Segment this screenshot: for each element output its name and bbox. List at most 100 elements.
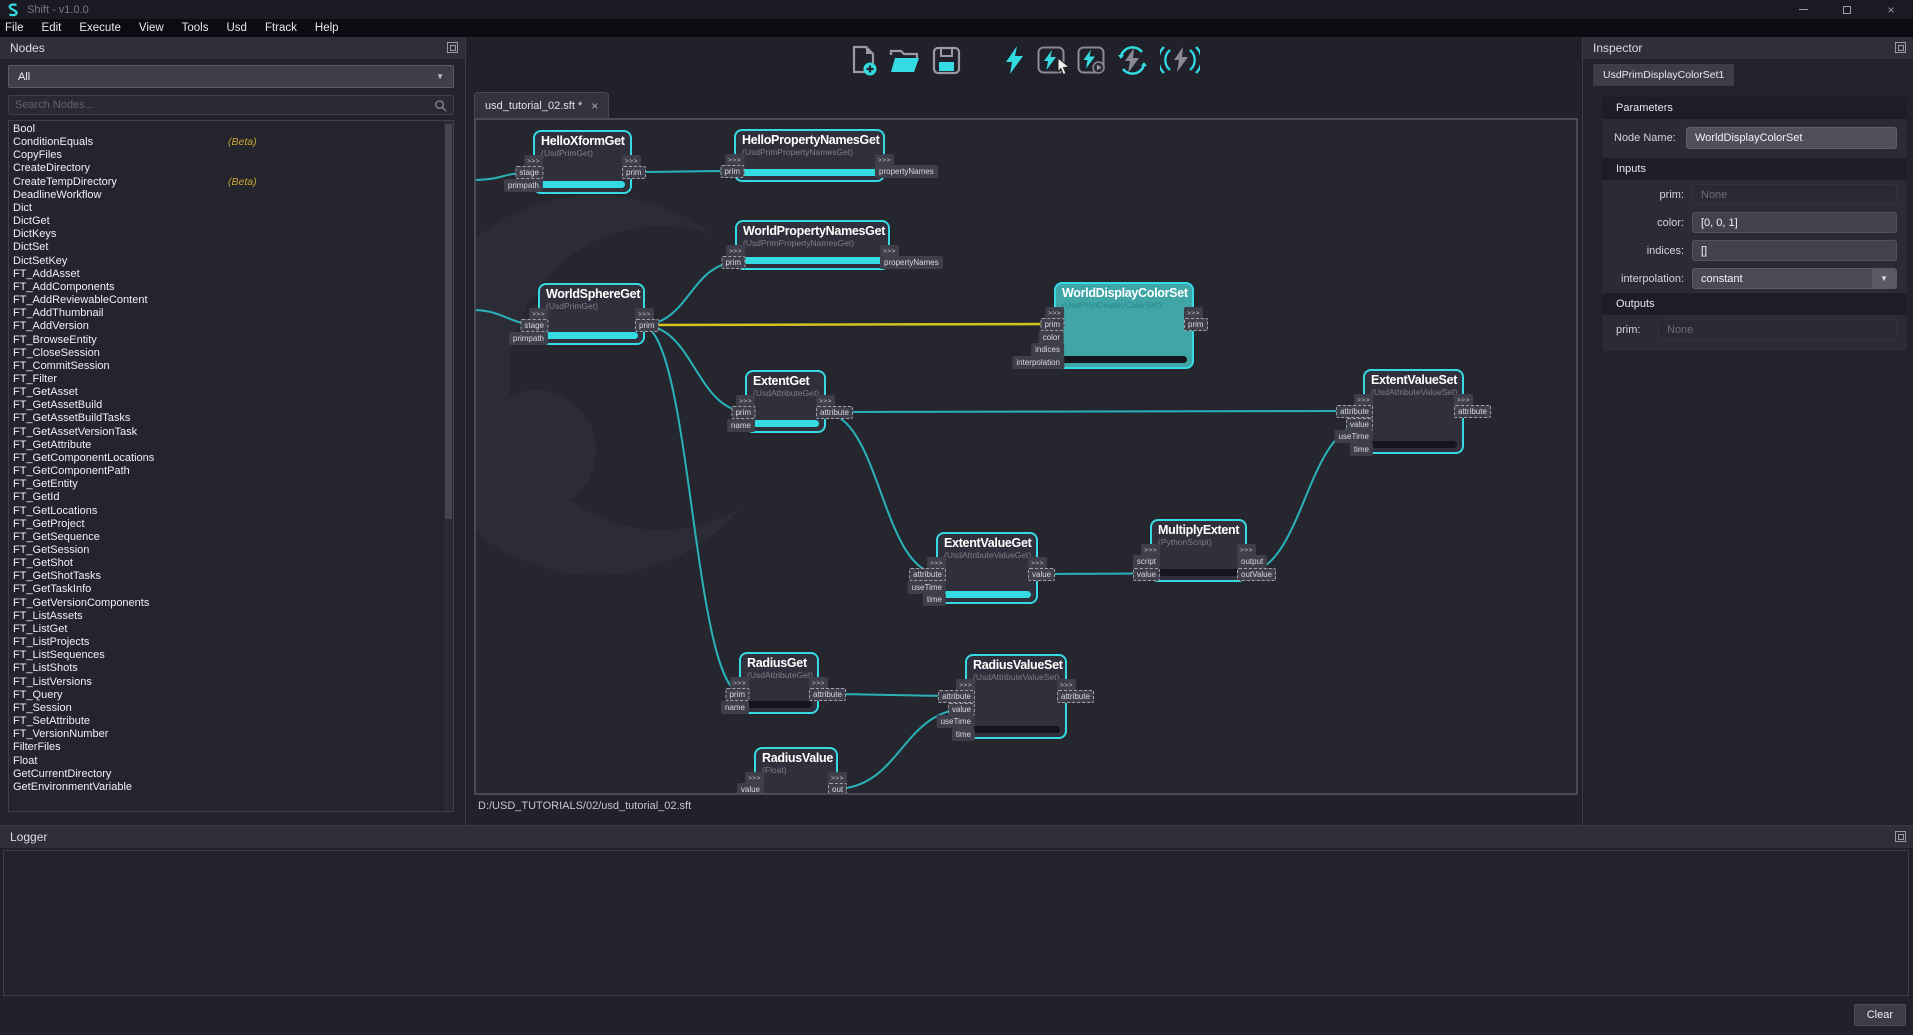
node-list-item[interactable]: FT_VersionNumber bbox=[9, 728, 453, 741]
graph-node-RadiusValue[interactable]: RadiusValue(Float) bbox=[754, 747, 838, 795]
color-field[interactable]: [0, 0, 1] bbox=[1692, 212, 1897, 233]
node-list-item[interactable]: FT_SetAttribute bbox=[9, 715, 453, 728]
port-attribute[interactable]: attribute bbox=[1454, 405, 1491, 418]
port-color[interactable]: color bbox=[1039, 331, 1064, 344]
port-outValue[interactable]: outValue bbox=[1237, 568, 1276, 581]
scrollbar-thumb[interactable] bbox=[445, 124, 452, 519]
node-list-item[interactable]: Bool bbox=[9, 123, 453, 136]
graph-canvas[interactable]: HelloXformGet(UsdPrimGet)>>>stageprimpat… bbox=[474, 118, 1578, 795]
node-list-item[interactable]: FT_GetVersionComponents bbox=[9, 597, 453, 610]
graph-node-RadiusGet[interactable]: RadiusGet(UsdAttributeGet) bbox=[739, 652, 819, 714]
port-output[interactable]: output bbox=[1237, 555, 1267, 568]
node-list-item[interactable]: FT_GetSequence bbox=[9, 531, 453, 544]
node-list-item[interactable]: GetCurrentDirectory bbox=[9, 768, 453, 781]
node-list-item[interactable]: FT_GetProject bbox=[9, 518, 453, 531]
open-file-button[interactable] bbox=[888, 45, 922, 75]
node-list-item[interactable]: FT_GetShotTasks bbox=[9, 570, 453, 583]
node-list-item[interactable]: DictGet bbox=[9, 215, 453, 228]
execute-signal-button[interactable] bbox=[1160, 45, 1200, 75]
port-value[interactable]: value bbox=[948, 703, 975, 716]
minimize-button[interactable] bbox=[1781, 0, 1825, 19]
graph-node-ExtentGet[interactable]: ExtentGet(UsdAttributeGet) bbox=[745, 370, 826, 433]
graph-node-RadiusValueSet[interactable]: RadiusValueSet(UsdAttributeValueSet) bbox=[965, 654, 1067, 739]
execute-button[interactable] bbox=[1004, 45, 1025, 75]
port-prim[interactable]: prim bbox=[635, 319, 659, 332]
menu-item-edit[interactable]: Edit bbox=[33, 22, 71, 34]
port-prim[interactable]: prim bbox=[1040, 318, 1064, 331]
node-list-item[interactable]: CreateDirectory bbox=[9, 162, 453, 175]
port-prim[interactable]: prim bbox=[731, 406, 755, 419]
node-list-item[interactable]: FT_Filter bbox=[9, 373, 453, 386]
node-list-item[interactable]: FT_GetAssetBuildTasks bbox=[9, 412, 453, 425]
chevron-down-icon[interactable]: ▼ bbox=[1872, 269, 1896, 288]
node-list-item[interactable]: DictSet bbox=[9, 241, 453, 254]
undock-icon[interactable] bbox=[1895, 42, 1906, 53]
node-list-item[interactable]: FT_ListSequences bbox=[9, 649, 453, 662]
close-button[interactable]: × bbox=[1869, 0, 1913, 19]
menu-item-execute[interactable]: Execute bbox=[70, 22, 130, 34]
node-list-item[interactable]: FT_Session bbox=[9, 702, 453, 715]
node-list-item[interactable]: FT_GetComponentLocations bbox=[9, 452, 453, 465]
graph-node-WorldPropertyNamesGet[interactable]: WorldPropertyNamesGet(UsdPrimPropertyNam… bbox=[735, 220, 890, 270]
search-nodes-input[interactable] bbox=[15, 99, 434, 111]
node-list-item[interactable]: FT_ListAssets bbox=[9, 610, 453, 623]
node-list-item[interactable]: FT_AddComponents bbox=[9, 281, 453, 294]
port-propertyNames[interactable]: propertyNames bbox=[875, 165, 938, 178]
node-list-item[interactable]: FT_GetAsset bbox=[9, 386, 453, 399]
node-list-item[interactable]: FT_CloseSession bbox=[9, 347, 453, 360]
node-list-item[interactable]: FT_AddReviewableContent bbox=[9, 294, 453, 307]
node-list-item[interactable]: GetEnvironmentVariable bbox=[9, 781, 453, 794]
port-attribute[interactable]: attribute bbox=[1336, 405, 1373, 418]
menu-item-tools[interactable]: Tools bbox=[173, 22, 218, 34]
node-list-item[interactable]: FT_Query bbox=[9, 689, 453, 702]
port-attribute[interactable]: attribute bbox=[1057, 690, 1094, 703]
graph-node-WorldDisplayColorSet[interactable]: WorldDisplayColorSet(UsdPrimDisplayColor… bbox=[1054, 282, 1194, 369]
port-time[interactable]: time bbox=[1350, 443, 1373, 456]
node-list-item[interactable]: CreateTempDirectory(Beta) bbox=[9, 176, 453, 189]
port-value[interactable]: value bbox=[1346, 418, 1373, 431]
execute-play-button[interactable] bbox=[1077, 46, 1105, 74]
node-list-item[interactable]: Dict bbox=[9, 202, 453, 215]
node-name-field[interactable] bbox=[1686, 127, 1897, 149]
node-list-item[interactable]: FT_GetEntity bbox=[9, 478, 453, 491]
graph-node-HelloPropertyNamesGet[interactable]: HelloPropertyNamesGet(UsdPrimPropertyNam… bbox=[734, 129, 885, 182]
port-useTime[interactable]: useTime bbox=[1335, 430, 1373, 443]
port-attribute[interactable]: attribute bbox=[809, 688, 846, 701]
port-prim[interactable]: prim bbox=[721, 256, 745, 269]
tab-usd-tutorial-02[interactable]: usd_tutorial_02.sft * × bbox=[474, 92, 609, 118]
node-list-item[interactable]: FT_GetLocations bbox=[9, 505, 453, 518]
port-primpath[interactable]: primpath bbox=[509, 332, 548, 345]
inspector-node-tab[interactable]: UsdPrimDisplayColorSet1 bbox=[1593, 64, 1734, 86]
node-list-item[interactable]: FT_ListVersions bbox=[9, 676, 453, 689]
node-list-item[interactable]: FT_GetTaskInfo bbox=[9, 583, 453, 596]
save-file-button[interactable] bbox=[931, 45, 962, 76]
node-list-item[interactable]: FT_ListShots bbox=[9, 662, 453, 675]
execute-refresh-button[interactable] bbox=[1117, 45, 1148, 76]
node-list-item[interactable]: FT_AddAsset bbox=[9, 268, 453, 281]
port-useTime[interactable]: useTime bbox=[937, 715, 975, 728]
maximize-button[interactable] bbox=[1825, 0, 1869, 19]
node-list-item[interactable]: FT_GetAssetBuild bbox=[9, 399, 453, 412]
port-attribute[interactable]: attribute bbox=[938, 690, 975, 703]
interpolation-field[interactable]: constant▼ bbox=[1692, 268, 1897, 289]
port-prim[interactable]: prim bbox=[725, 688, 749, 701]
port-value[interactable]: value bbox=[737, 783, 764, 795]
port-primpath[interactable]: primpath bbox=[504, 179, 543, 192]
node-list-item[interactable]: FT_GetComponentPath bbox=[9, 465, 453, 478]
menu-item-view[interactable]: View bbox=[130, 22, 173, 34]
new-file-button[interactable] bbox=[848, 44, 879, 76]
menu-item-ftrack[interactable]: Ftrack bbox=[256, 22, 306, 34]
port-script[interactable]: script bbox=[1133, 555, 1160, 568]
indices-field[interactable]: [] bbox=[1692, 240, 1897, 261]
port-prim[interactable]: prim bbox=[622, 166, 646, 179]
node-list-item[interactable]: FT_GetId bbox=[9, 491, 453, 504]
node-list-item[interactable]: FT_ListProjects bbox=[9, 636, 453, 649]
port-name[interactable]: name bbox=[727, 419, 755, 432]
port-prim[interactable]: prim bbox=[720, 165, 744, 178]
menu-item-help[interactable]: Help bbox=[306, 22, 348, 34]
menu-item-usd[interactable]: Usd bbox=[218, 22, 256, 34]
node-list-item[interactable]: FT_ListGet bbox=[9, 623, 453, 636]
undock-icon[interactable] bbox=[1895, 831, 1906, 842]
port-useTime[interactable]: useTime bbox=[908, 581, 946, 594]
port-indices[interactable]: indices bbox=[1031, 343, 1064, 356]
